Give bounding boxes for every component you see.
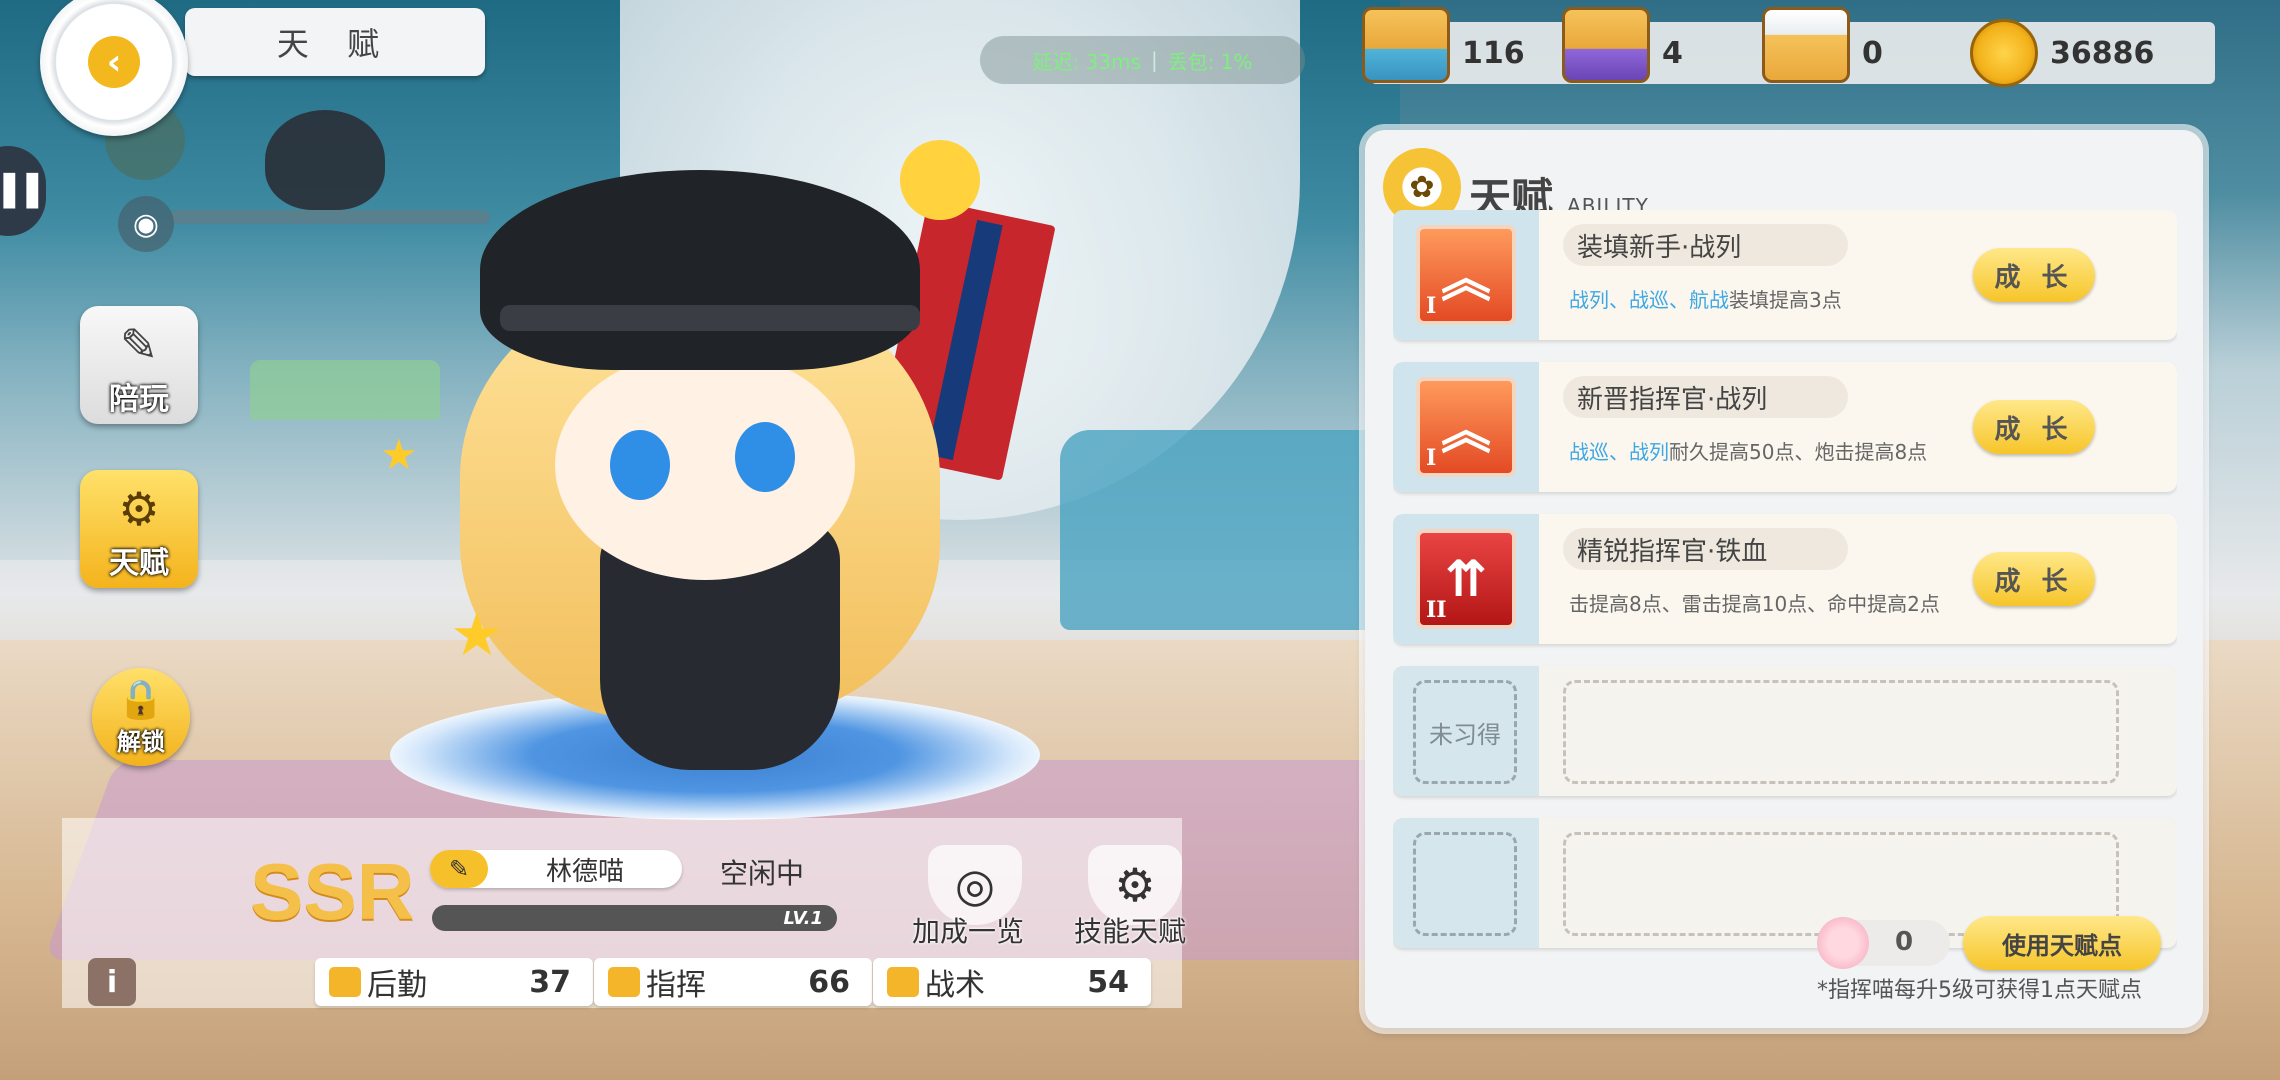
stat-label: 后勤 bbox=[367, 968, 427, 1003]
currency-blue-box[interactable]: 116 bbox=[1362, 7, 1570, 84]
talent-description: 战巡、战列耐久提高50点、炮击提高8点 bbox=[1569, 436, 1969, 465]
stat-value: 37 bbox=[529, 964, 571, 1000]
back-arrow-icon: ‹ bbox=[88, 36, 140, 88]
talent-item: ︽ I 新晋指挥官·战列 战巡、战列耐久提高50点、炮击提高8点 成 长 bbox=[1393, 362, 2177, 492]
talent-effect: 击提高8点、雷击提高10点、命中提高2点 bbox=[1569, 592, 1940, 616]
talent-description: 战列、战巡、航战装填提高3点 bbox=[1569, 284, 1969, 313]
talent-name: 新晋指挥官·战列 bbox=[1563, 376, 1848, 418]
talent-name: 精锐指挥官·铁血 bbox=[1563, 528, 1848, 570]
talent-button[interactable]: ⚙ 天赋 bbox=[80, 470, 198, 588]
empty-talent-area bbox=[1563, 680, 2119, 784]
level-text: LV.1 bbox=[783, 907, 823, 929]
currency-coin[interactable]: 36886 bbox=[1970, 19, 2200, 87]
use-talent-points-button[interactable]: 使用天赋点 bbox=[1963, 916, 2161, 970]
grow-button[interactable]: 成 长 bbox=[1973, 400, 2095, 454]
locked-talent-slot: 未习得 bbox=[1393, 666, 2177, 796]
tier-numeral: I bbox=[1426, 293, 1437, 319]
play-button[interactable]: ✎ 陪玩 bbox=[80, 306, 198, 424]
paw-icon bbox=[1817, 917, 1869, 969]
talent-points-note: *指挥喵每升5级可获得1点天赋点 bbox=[1817, 978, 2142, 1003]
eye-icon[interactable]: ◉ bbox=[118, 196, 174, 252]
grow-button[interactable]: 成 长 bbox=[1973, 552, 2095, 606]
play-label: 陪玩 bbox=[109, 382, 169, 417]
bonus-overview-label: 加成一览 bbox=[912, 915, 1025, 948]
currency-value: 0 bbox=[1862, 35, 1883, 71]
stat-label: 战术 bbox=[925, 968, 985, 1003]
flag-icon bbox=[608, 967, 640, 997]
rarity-label: SSR bbox=[250, 847, 415, 936]
gear-paw-icon: ⚙ bbox=[1114, 858, 1156, 912]
stat-command: 指挥 66 bbox=[594, 958, 872, 1006]
character-hat bbox=[480, 170, 920, 370]
character-illustration[interactable]: ★ ★ bbox=[340, 130, 1100, 820]
tier-numeral: II bbox=[1426, 597, 1447, 623]
unlock-label: 解锁 bbox=[117, 728, 165, 756]
talent-effect: 耐久提高50点、炮击提高8点 bbox=[1669, 440, 1928, 464]
talent-points-value: 0 bbox=[1895, 927, 1914, 957]
chevron-up-icon[interactable]: ︽ I bbox=[1416, 225, 1516, 325]
character-name: 林德喵 bbox=[545, 856, 624, 887]
currency-value: 116 bbox=[1462, 35, 1525, 71]
stat-logistics: 后勤 37 bbox=[315, 958, 593, 1006]
gear-paw-icon: ⚙ bbox=[118, 482, 160, 536]
feather-paw-icon: ✎ bbox=[119, 318, 159, 372]
talent-name: 装填新手·战列 bbox=[1563, 224, 1848, 266]
currency-hat-box[interactable]: 0 bbox=[1762, 7, 1970, 84]
level-progress-bar: LV.1 bbox=[432, 905, 837, 931]
info-button[interactable]: i bbox=[88, 958, 136, 1006]
currency-bar: 116 4 0 36886 bbox=[1362, 7, 2215, 87]
stat-value: 66 bbox=[808, 964, 850, 1000]
status-text: 空闲中 bbox=[720, 857, 805, 890]
talent-item: ⇈ II 精锐指挥官·铁血 击提高8点、雷击提高10点、命中提高2点 成 长 bbox=[1393, 514, 2177, 644]
talent-description: 击提高8点、雷击提高10点、命中提高2点 bbox=[1569, 588, 1969, 617]
cat-target-icon: ◎ bbox=[954, 858, 996, 912]
chevron-up-icon[interactable]: ︽ I bbox=[1416, 377, 1516, 477]
pencil-icon[interactable]: ✎ bbox=[430, 850, 488, 888]
talent-item: ︽ I 装填新手·战列 战列、战巡、航战装填提高3点 成 长 bbox=[1393, 210, 2177, 340]
character-eye bbox=[610, 430, 670, 500]
lock-icon: 🔒 bbox=[117, 677, 165, 721]
grow-button[interactable]: 成 长 bbox=[1973, 248, 2095, 302]
separator: | bbox=[1150, 48, 1158, 72]
paw-topper-icon bbox=[900, 140, 980, 220]
talent-label: 天赋 bbox=[109, 546, 169, 581]
arrows-up-icon[interactable]: ⇈ II bbox=[1416, 529, 1516, 629]
purple-box-icon bbox=[1562, 7, 1650, 83]
name-field[interactable]: ✎ 林德喵 bbox=[430, 850, 682, 888]
character-eye bbox=[735, 422, 795, 492]
coin-icon bbox=[1970, 19, 2038, 87]
character-hat-band bbox=[500, 305, 920, 331]
book-icon bbox=[887, 967, 919, 997]
blue-box-icon bbox=[1362, 7, 1450, 83]
currency-value: 36886 bbox=[2050, 35, 2155, 71]
stat-tactics: 战术 54 bbox=[873, 958, 1151, 1006]
latency-text: 延迟: 33ms bbox=[1032, 49, 1141, 74]
stat-label: 指挥 bbox=[646, 968, 706, 1003]
unlearned-label: 未习得 bbox=[1413, 680, 1517, 784]
skill-talent-label: 技能天赋 bbox=[1074, 915, 1187, 948]
stat-value: 54 bbox=[1087, 964, 1129, 1000]
character-face bbox=[555, 350, 855, 580]
box-icon bbox=[329, 967, 361, 997]
hat-box-icon bbox=[1762, 7, 1850, 83]
unlock-button[interactable]: 🔒 解锁 bbox=[92, 668, 190, 766]
talent-target-types: 战巡、战列 bbox=[1569, 440, 1669, 464]
page-title: 天 赋 bbox=[185, 8, 485, 76]
talent-effect: 装填提高3点 bbox=[1729, 288, 1842, 312]
network-status: 延迟: 33ms | 丢包: 1% bbox=[980, 36, 1305, 84]
tier-numeral: I bbox=[1426, 445, 1437, 471]
star-icon: ★ bbox=[380, 430, 418, 479]
empty-slot-frame bbox=[1413, 832, 1517, 936]
talent-panel: ✿ 天赋 ABILITY ︽ I 装填新手·战列 战列、战巡、航战装填提高3点 成… bbox=[1365, 130, 2203, 1028]
currency-value: 4 bbox=[1662, 35, 1683, 71]
talent-list[interactable]: ︽ I 装填新手·战列 战列、战巡、航战装填提高3点 成 长 ︽ I 新晋指挥官·战… bbox=[1393, 210, 2177, 1010]
packet-loss-text: 丢包: 1% bbox=[1167, 49, 1253, 74]
star-icon: ★ bbox=[450, 600, 504, 670]
talent-target-types: 战列、战巡、航战 bbox=[1569, 288, 1729, 312]
currency-purple-box[interactable]: 4 bbox=[1562, 7, 1770, 84]
